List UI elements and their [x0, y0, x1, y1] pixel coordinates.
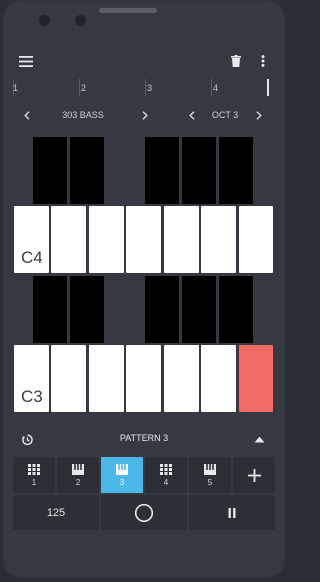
pause-button[interactable] — [189, 495, 275, 530]
tempo-button[interactable]: 125 — [13, 495, 99, 530]
piano-key-d3[interactable] — [51, 345, 86, 412]
piano-key-f4[interactable] — [126, 206, 161, 273]
piano-key-f-sharp-3[interactable] — [145, 276, 179, 343]
piano-key-f3[interactable] — [126, 345, 161, 412]
piano-key-e3[interactable] — [89, 345, 124, 412]
piano-key-c-sharp-4[interactable] — [33, 137, 67, 204]
track-number: 3 — [119, 477, 125, 487]
triangle-up-icon[interactable] — [251, 432, 267, 446]
timer-reset-icon[interactable] — [19, 431, 35, 447]
front-sensor — [75, 15, 86, 26]
piano-key-g-sharp-4[interactable] — [182, 137, 216, 204]
piano-key-a-sharp-3[interactable] — [219, 276, 253, 343]
track-tab-2[interactable]: 2 — [57, 457, 99, 493]
instrument-prev-button[interactable] — [20, 107, 34, 123]
track-tabs: 1 2 3 4 5 — [13, 457, 275, 493]
speaker-grille — [99, 8, 157, 13]
grid-icon — [28, 463, 40, 475]
front-camera — [39, 15, 50, 26]
trash-icon[interactable] — [229, 52, 243, 69]
playhead-end-marker — [267, 79, 269, 96]
track-number: 5 — [207, 477, 213, 487]
chevron-right-icon — [142, 110, 148, 120]
instrument-next-button[interactable] — [138, 107, 152, 123]
more-vert-icon[interactable] — [256, 52, 270, 69]
track-tab-5[interactable]: 5 — [189, 457, 231, 493]
piano-key-f-sharp-4[interactable] — [145, 137, 179, 204]
piano-key-g-sharp-3[interactable] — [182, 276, 216, 343]
octave-up-button[interactable] — [252, 107, 266, 123]
octave-label-c3: C3 — [21, 387, 43, 406]
timeline-ruler[interactable]: 1 2 3 4 — [13, 79, 273, 97]
instrument-name: 303 BASS — [62, 110, 104, 120]
track-tab-3-active[interactable]: 3 — [101, 457, 143, 493]
bar-marker — [211, 79, 212, 96]
piano-key-g4[interactable] — [164, 206, 199, 273]
record-button[interactable] — [101, 495, 187, 530]
add-track-button[interactable] — [233, 457, 275, 493]
piano-key-c-sharp-3[interactable] — [33, 276, 67, 343]
piano-icon — [116, 463, 128, 475]
track-number: 1 — [31, 477, 37, 487]
bar-label: 2 — [81, 83, 87, 93]
chevron-left-icon — [189, 110, 195, 120]
circle-record-icon — [134, 503, 154, 522]
piano-key-a4[interactable] — [201, 206, 236, 273]
device-frame: 1 2 3 4 303 BASS OCT 3 C4 C3 PATTERN 3 1… — [3, 0, 285, 578]
plus-icon — [247, 468, 261, 482]
piano-key-d4[interactable] — [51, 206, 86, 273]
piano-key-b3-active[interactable] — [239, 345, 273, 412]
piano-icon — [72, 463, 84, 475]
piano-key-a3[interactable] — [201, 345, 236, 412]
grid-icon — [160, 463, 172, 475]
chevron-right-icon — [256, 110, 262, 120]
octave-label: OCT 3 — [211, 110, 239, 120]
octave-label-c4: C4 — [21, 248, 43, 267]
piano-icon — [204, 463, 216, 475]
piano-key-c3[interactable]: C3 — [14, 345, 49, 412]
piano-key-b4[interactable] — [239, 206, 273, 273]
piano-key-c4[interactable]: C4 — [14, 206, 49, 273]
pattern-name[interactable]: PATTERN 3 — [104, 433, 184, 443]
instrument-octave-row: 303 BASS OCT 3 — [3, 107, 285, 123]
bar-marker — [79, 79, 80, 96]
hamburger-menu-icon[interactable] — [17, 53, 35, 69]
bar-marker — [145, 79, 146, 96]
track-number: 2 — [75, 477, 81, 487]
pattern-bar: PATTERN 3 — [3, 427, 285, 451]
piano-key-d-sharp-4[interactable] — [70, 137, 104, 204]
piano-key-g3[interactable] — [164, 345, 199, 412]
bar-label: 4 — [213, 83, 219, 93]
piano-key-e4[interactable] — [89, 206, 124, 273]
chevron-left-icon — [24, 110, 30, 120]
bar-label: 1 — [13, 83, 19, 93]
piano-key-a-sharp-4[interactable] — [219, 137, 253, 204]
piano-key-d-sharp-3[interactable] — [70, 276, 104, 343]
track-tab-1[interactable]: 1 — [13, 457, 55, 493]
transport-controls: 125 — [13, 495, 275, 530]
octave-down-button[interactable] — [185, 107, 199, 123]
track-tab-4[interactable]: 4 — [145, 457, 187, 493]
track-number: 4 — [163, 477, 169, 487]
pause-icon — [228, 507, 236, 518]
tempo-value: 125 — [46, 506, 66, 519]
bar-label: 3 — [147, 83, 153, 93]
